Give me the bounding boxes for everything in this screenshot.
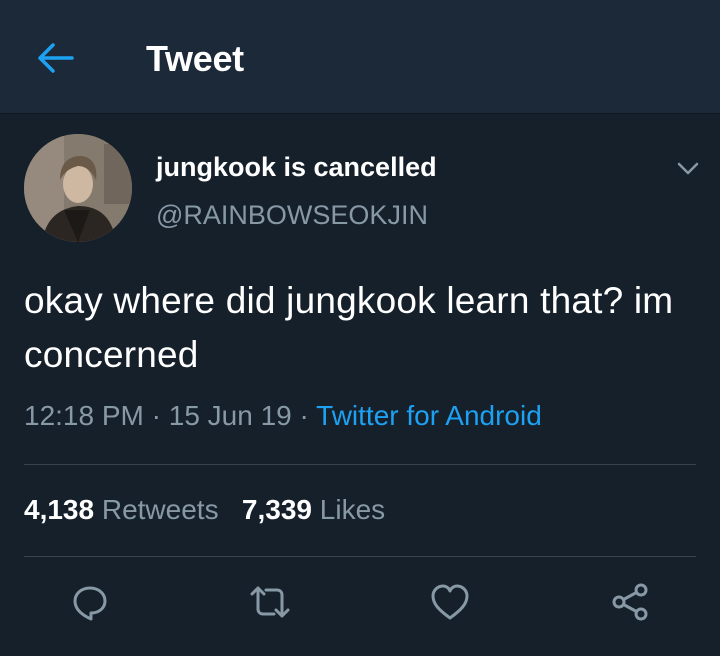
- retweets-stat[interactable]: 4,138 Retweets: [24, 494, 219, 525]
- more-options-button[interactable]: [672, 152, 704, 184]
- action-bar: [0, 562, 720, 642]
- reply-button[interactable]: [66, 582, 114, 622]
- share-icon: [612, 583, 648, 621]
- like-icon: [431, 584, 469, 620]
- tweet-time: 12:18 PM: [24, 400, 144, 431]
- likes-stat[interactable]: 7,339 Likes: [242, 494, 385, 525]
- tweet-meta: 12:18 PM · 15 Jun 19 · Twitter for Andro…: [24, 400, 542, 432]
- meta-separator: ·: [291, 400, 317, 431]
- chevron-down-icon: [677, 162, 699, 175]
- avatar[interactable]: [24, 134, 132, 242]
- back-button[interactable]: [34, 36, 78, 80]
- tweet-source-link[interactable]: Twitter for Android: [316, 400, 542, 431]
- tweet-stats: 4,138 Retweets 7,339 Likes: [24, 494, 385, 526]
- meta-separator: ·: [143, 400, 169, 431]
- share-button[interactable]: [606, 582, 654, 622]
- user-handle[interactable]: @RAINBOWSEOKJIN: [156, 200, 428, 231]
- tweet-date: 15 Jun 19: [168, 400, 292, 431]
- retweet-icon: [250, 586, 290, 618]
- divider: [24, 556, 696, 557]
- retweets-label: Retweets: [101, 494, 219, 525]
- like-button[interactable]: [426, 582, 474, 622]
- retweets-count: 4,138: [24, 494, 95, 525]
- likes-count: 7,339: [241, 494, 312, 525]
- reply-icon: [73, 586, 107, 621]
- retweet-button[interactable]: [246, 582, 294, 622]
- tweet-text: okay where did jungkook learn that? im c…: [24, 280, 674, 375]
- arrow-left-icon: [38, 43, 74, 73]
- top-bar: Tweet: [0, 0, 720, 114]
- display-name[interactable]: jungkook is cancelled: [156, 152, 437, 183]
- page-title: Tweet: [146, 38, 244, 79]
- divider: [24, 464, 696, 465]
- tweet-detail: jungkook is cancelled @RAINBOWSEOKJIN ok…: [0, 114, 720, 656]
- likes-label: Likes: [319, 494, 386, 525]
